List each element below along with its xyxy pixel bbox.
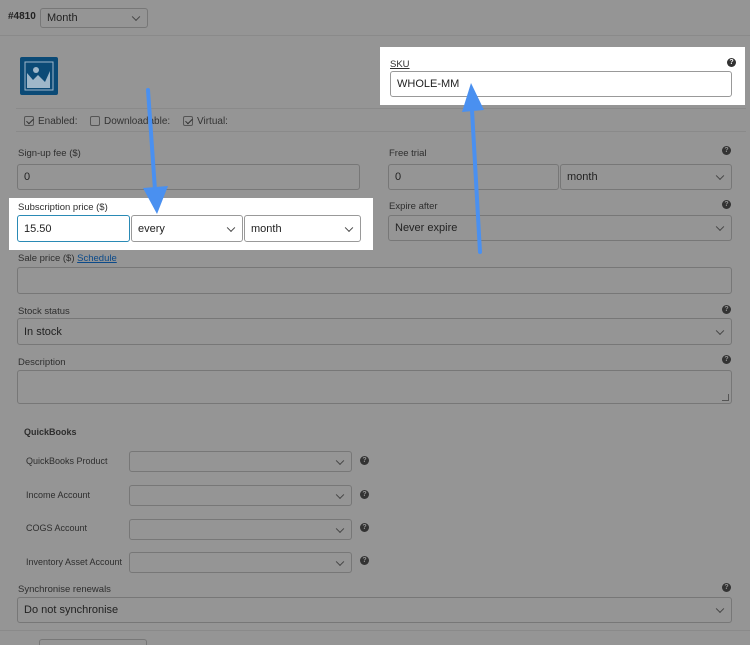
inventory-asset-account-label: Inventory Asset Account bbox=[26, 557, 123, 567]
signup-fee-value: 0 bbox=[24, 171, 31, 183]
free-trial-label: Free trial bbox=[389, 148, 427, 159]
cogs-account-select[interactable] bbox=[129, 519, 352, 540]
chevron-down-icon bbox=[715, 604, 725, 614]
virtual-checkbox[interactable] bbox=[183, 116, 193, 126]
downloadable-label: Downloadable: bbox=[104, 116, 171, 127]
chevron-down-icon bbox=[131, 12, 141, 22]
sku-highlight: SKU ? WHOLE-MM bbox=[380, 47, 745, 105]
help-icon[interactable]: ? bbox=[727, 58, 736, 67]
subscription-interval-value: every bbox=[138, 222, 165, 235]
chevron-down-icon bbox=[715, 326, 725, 335]
free-trial-input[interactable]: 0 bbox=[388, 164, 559, 190]
variation-attribute-value: Month bbox=[47, 12, 78, 24]
chevron-down-icon bbox=[344, 223, 354, 232]
image-glyph-icon bbox=[23, 60, 55, 92]
schedule-link[interactable]: Schedule bbox=[77, 253, 117, 264]
chevron-down-icon bbox=[715, 171, 725, 181]
chevron-down-icon bbox=[335, 490, 345, 499]
chevron-down-icon bbox=[335, 524, 345, 533]
free-trial-value: 0 bbox=[395, 171, 402, 183]
virtual-label: Virtual: bbox=[197, 116, 228, 127]
divider bbox=[16, 131, 746, 132]
synchronise-renewals-value: Do not synchronise bbox=[24, 604, 119, 616]
help-icon[interactable]: ? bbox=[360, 523, 369, 532]
subscription-period-value: month bbox=[251, 222, 282, 235]
resize-handle-icon[interactable] bbox=[722, 394, 729, 401]
subscription-price-highlight: Subscription price ($) 15.50 every month bbox=[9, 198, 373, 250]
help-icon[interactable]: ? bbox=[722, 583, 731, 592]
variation-id: #4810 bbox=[8, 11, 36, 22]
chevron-down-icon bbox=[335, 557, 345, 566]
help-icon[interactable]: ? bbox=[722, 355, 731, 364]
expire-after-select[interactable]: Never expire bbox=[388, 215, 732, 241]
variation-attribute-select[interactable]: Month bbox=[40, 8, 148, 28]
sale-price-label-text: Sale price ($) bbox=[18, 253, 75, 264]
income-account-select[interactable] bbox=[129, 485, 352, 506]
inventory-asset-account-select[interactable] bbox=[129, 552, 352, 573]
help-icon[interactable]: ? bbox=[360, 456, 369, 465]
help-icon[interactable]: ? bbox=[722, 200, 731, 209]
quickbooks-product-select[interactable] bbox=[129, 451, 352, 472]
enabled-label: Enabled: bbox=[38, 116, 78, 127]
subscription-period-select[interactable]: month bbox=[244, 215, 361, 242]
subscription-price-value: 15.50 bbox=[24, 222, 52, 235]
divider bbox=[16, 108, 746, 109]
synchronise-renewals-select[interactable]: Do not synchronise bbox=[17, 597, 732, 623]
free-trial-period-select[interactable]: month bbox=[560, 164, 732, 190]
income-account-label: Income Account bbox=[26, 490, 91, 500]
sku-input[interactable]: WHOLE-MM bbox=[390, 71, 732, 97]
sku-label: SKU bbox=[390, 59, 410, 70]
quickbooks-product-label: QuickBooks Product bbox=[26, 456, 108, 466]
help-icon[interactable]: ? bbox=[360, 556, 369, 565]
stock-status-label: Stock status bbox=[18, 306, 70, 317]
help-icon[interactable]: ? bbox=[722, 146, 731, 155]
help-icon[interactable]: ? bbox=[722, 305, 731, 314]
signup-fee-label: Sign-up fee ($) bbox=[18, 148, 81, 159]
description-label: Description bbox=[18, 357, 66, 368]
free-trial-period-value: month bbox=[567, 171, 598, 183]
signup-fee-input[interactable]: 0 bbox=[17, 164, 360, 190]
description-textarea[interactable] bbox=[17, 370, 732, 404]
help-icon[interactable]: ? bbox=[360, 490, 369, 499]
subscription-price-label: Subscription price ($) bbox=[18, 202, 108, 213]
synchronise-renewals-label: Synchronise renewals bbox=[18, 584, 111, 595]
expire-after-value: Never expire bbox=[395, 222, 458, 234]
expire-after-label: Expire after bbox=[389, 201, 438, 212]
chevron-down-icon bbox=[715, 222, 725, 232]
sku-value: WHOLE-MM bbox=[397, 78, 460, 90]
next-field-partial bbox=[39, 639, 147, 645]
enabled-checkbox[interactable] bbox=[24, 116, 34, 126]
quickbooks-heading: QuickBooks bbox=[24, 427, 77, 437]
divider bbox=[0, 35, 750, 36]
subscription-price-input[interactable]: 15.50 bbox=[17, 215, 130, 242]
stock-status-select[interactable]: In stock bbox=[17, 318, 732, 345]
subscription-interval-select[interactable]: every bbox=[131, 215, 243, 242]
image-placeholder-icon[interactable] bbox=[20, 57, 58, 95]
chevron-down-icon bbox=[335, 456, 345, 465]
sale-price-input[interactable] bbox=[17, 267, 732, 294]
cogs-account-label: COGS Account bbox=[26, 523, 88, 533]
sale-price-label: Sale price ($) Schedule bbox=[18, 253, 117, 264]
chevron-down-icon bbox=[226, 223, 236, 232]
stock-status-value: In stock bbox=[24, 325, 62, 338]
divider bbox=[0, 630, 750, 631]
downloadable-checkbox[interactable] bbox=[90, 116, 100, 126]
